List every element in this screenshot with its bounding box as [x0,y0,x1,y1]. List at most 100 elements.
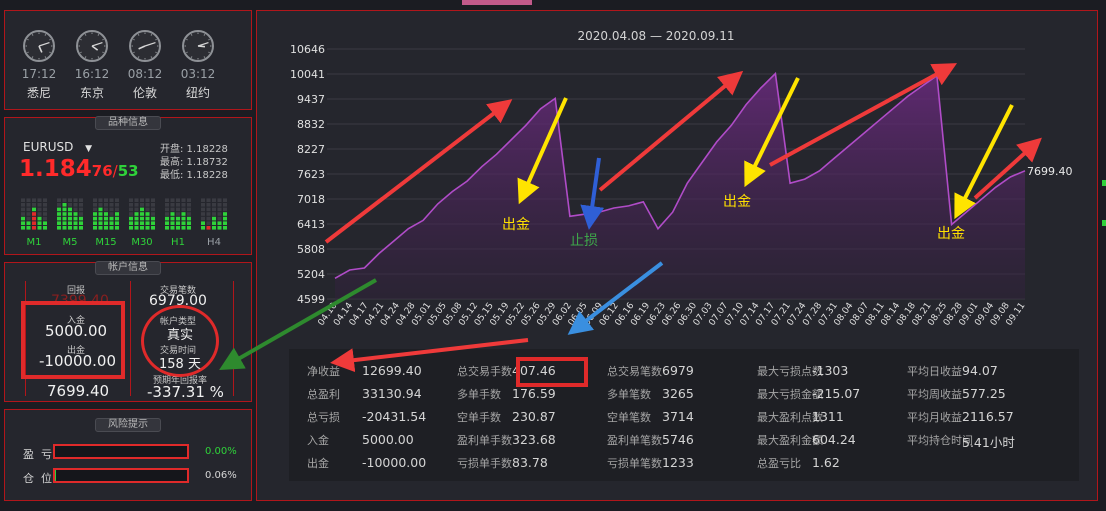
signal-cell [165,203,169,207]
stat-value: 3265 [662,386,694,401]
signal-cell [37,226,42,230]
risk-section-header: 风险提示 [95,418,161,432]
signal-cell [181,203,186,207]
signal-cell [79,203,83,207]
signal-cell [79,216,83,221]
timeframe-m1[interactable]: M1 [19,194,49,250]
stat-row: 盈利单手数 323.68 [457,432,556,448]
clock-tick [133,51,135,54]
clock-tick [84,34,87,36]
signal-cell [176,212,180,216]
low-price: 最低: 1.18228 [160,170,228,181]
timeframe-m30[interactable]: M30 [127,194,157,250]
stat-row: 入金 5000.00 [307,432,414,448]
stat-label: 空单手数 [457,411,501,424]
signal-cell [206,207,211,212]
trade-lots-highlight-box [516,357,588,387]
world-clock-panel: 17:12 悉尼 16:12 东京 08:12 伦敦 03:12 纽约 [4,10,252,110]
signal-cell [109,216,114,221]
timeframe-m15[interactable]: M15 [91,194,121,250]
signal-cell [176,226,180,230]
signal-cell [37,207,42,212]
stat-row: 最大盈利金额 604.24 [757,432,856,448]
signal-cell [223,221,227,225]
signal-cell [43,203,47,207]
clock-tick [102,38,104,41]
signal-cell [104,198,108,202]
signal-cell [26,203,31,207]
signal-cell [223,216,227,221]
signal-bars-icon [129,198,155,230]
clock-tick [190,56,193,58]
stat-row: 总盈利 33130.94 [307,386,422,402]
clock-tick [31,34,34,36]
signal-cell [176,216,180,221]
y-tick-label: 10041 [290,68,325,81]
stat-row: 出金 -10000.00 [307,455,426,471]
timeframe-m5[interactable]: M5 [55,194,85,250]
position-label: 仓 位 [23,472,52,485]
profit-value: 0.00% [205,446,237,457]
signal-cell [181,221,186,225]
signal-cell [165,207,169,212]
signal-cell [170,198,175,202]
timeframe-h4[interactable]: H4 [199,194,229,250]
stats-table: 净收益 12699.40 总盈利 33130.94 总亏损 -20431.54 入金 5000… [289,349,1079,481]
y-tick-label: 10646 [290,43,325,56]
clock-0: 17:12 悉尼 [19,29,59,101]
signal-cell [165,216,169,221]
signal-cell [43,216,47,221]
symbol-info-panel: 品种信息 EURUSD ▼ 1.18476/53 开盘: 1.18228 最高:… [4,116,252,255]
signal-cell [176,203,180,207]
signal-bars-icon [201,198,227,230]
signal-cell [62,198,67,202]
signal-cell [187,226,191,230]
signal-bars-icon [57,198,83,230]
clock-tick [97,34,100,36]
signal-cell [145,216,150,221]
signal-cell [79,207,83,212]
signal-cell [43,198,47,202]
clock-tick [186,51,188,54]
stat-label: 入金 [307,434,329,447]
stat-label: 多单手数 [457,388,501,401]
y-tick-label: 4599 [297,293,325,306]
signal-cell [217,207,222,212]
signal-cell [98,203,103,207]
clock-tick [186,38,188,41]
signal-cell [212,212,216,216]
signal-cell [134,198,139,202]
stat-value: 12699.40 [362,363,422,378]
signal-cell [134,207,139,212]
price-main: 1.184 [19,156,92,182]
equity-area [335,73,1025,299]
annual-return-value: -337.31 % [147,383,224,401]
signal-cell [98,198,103,202]
stat-label: 平均日收益 [907,365,962,378]
signal-cell [201,207,205,212]
signal-cell [21,212,25,216]
signal-cell [145,212,150,216]
clock-tick [44,56,47,58]
signal-cell [151,221,155,225]
signal-cell [129,216,133,221]
stat-value: 5746 [662,432,694,447]
signal-cell [151,207,155,212]
timeframe-label: M15 [95,237,117,248]
timeframe-h1[interactable]: H1 [163,194,193,250]
clock-icon [76,30,108,62]
signal-cell [176,221,180,225]
signal-cell [201,221,205,225]
stat-value: -20431.54 [362,409,427,424]
y-tick-label: 8832 [297,118,325,131]
signal-cell [170,221,175,225]
signal-cell [212,203,216,207]
stat-row: 最大盈利点数 1311 [757,409,844,425]
signal-cell [93,221,97,225]
clock-tick [27,38,29,41]
symbol-selector[interactable]: EURUSD ▼ [23,140,92,154]
signal-cell [212,226,216,230]
signal-cell [212,198,216,202]
signal-cell [145,203,150,207]
signal-cell [104,226,108,230]
